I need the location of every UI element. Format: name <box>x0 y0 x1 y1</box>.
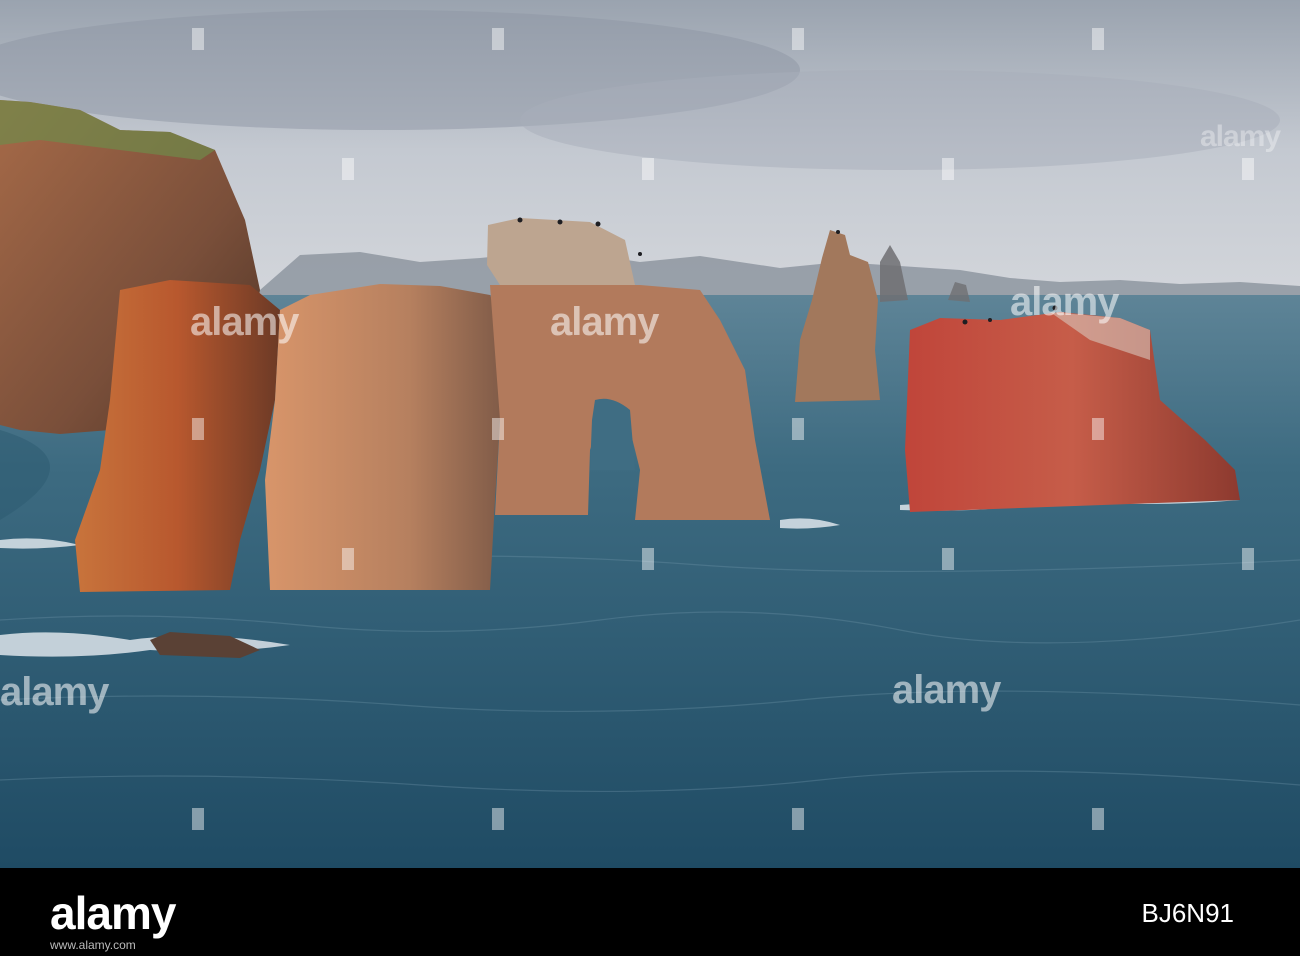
watermark-mark <box>492 808 504 830</box>
watermark-mark <box>642 548 654 570</box>
watermark-alamy: alamy <box>1200 120 1281 153</box>
watermark-mark <box>642 158 654 180</box>
watermark-alamy: alamy <box>550 300 659 344</box>
watermark-mark <box>192 28 204 50</box>
watermark-mark <box>492 418 504 440</box>
watermark-mark <box>942 548 954 570</box>
watermark-mark <box>792 418 804 440</box>
image-frame: alamy alamy alamy alamy alamy alamy alam… <box>0 0 1300 956</box>
watermark-mark <box>1092 28 1104 50</box>
watermark-alamy: alamy <box>0 670 109 714</box>
watermark-mark <box>492 28 504 50</box>
coastal-photo: alamy alamy alamy alamy alamy alamy <box>0 0 1300 868</box>
watermark-alamy: alamy <box>1010 280 1119 324</box>
watermark-mark <box>1092 808 1104 830</box>
watermark-mark <box>342 548 354 570</box>
watermark-alamy: alamy <box>892 668 1001 712</box>
watermark-alamy: alamy <box>190 300 299 344</box>
watermark-mark <box>192 418 204 440</box>
watermark-mark <box>942 158 954 180</box>
footer-url[interactable]: www.alamy.com <box>50 938 136 952</box>
footer-image-id: BJ6N91 <box>1141 898 1235 928</box>
watermark-mark <box>1242 548 1254 570</box>
footer-bar: alamy BJ6N91 www.alamy.com <box>0 868 1300 956</box>
watermark-mark <box>792 808 804 830</box>
watermark-mark <box>342 158 354 180</box>
sea-stack-front-centre <box>265 284 505 590</box>
watermark-mark <box>1092 418 1104 440</box>
watermark-mark <box>192 808 204 830</box>
arch-opening <box>590 398 635 470</box>
footer-brand-logo[interactable]: alamy <box>50 886 176 940</box>
watermark-mark <box>792 28 804 50</box>
watermark-mark <box>1242 158 1254 180</box>
